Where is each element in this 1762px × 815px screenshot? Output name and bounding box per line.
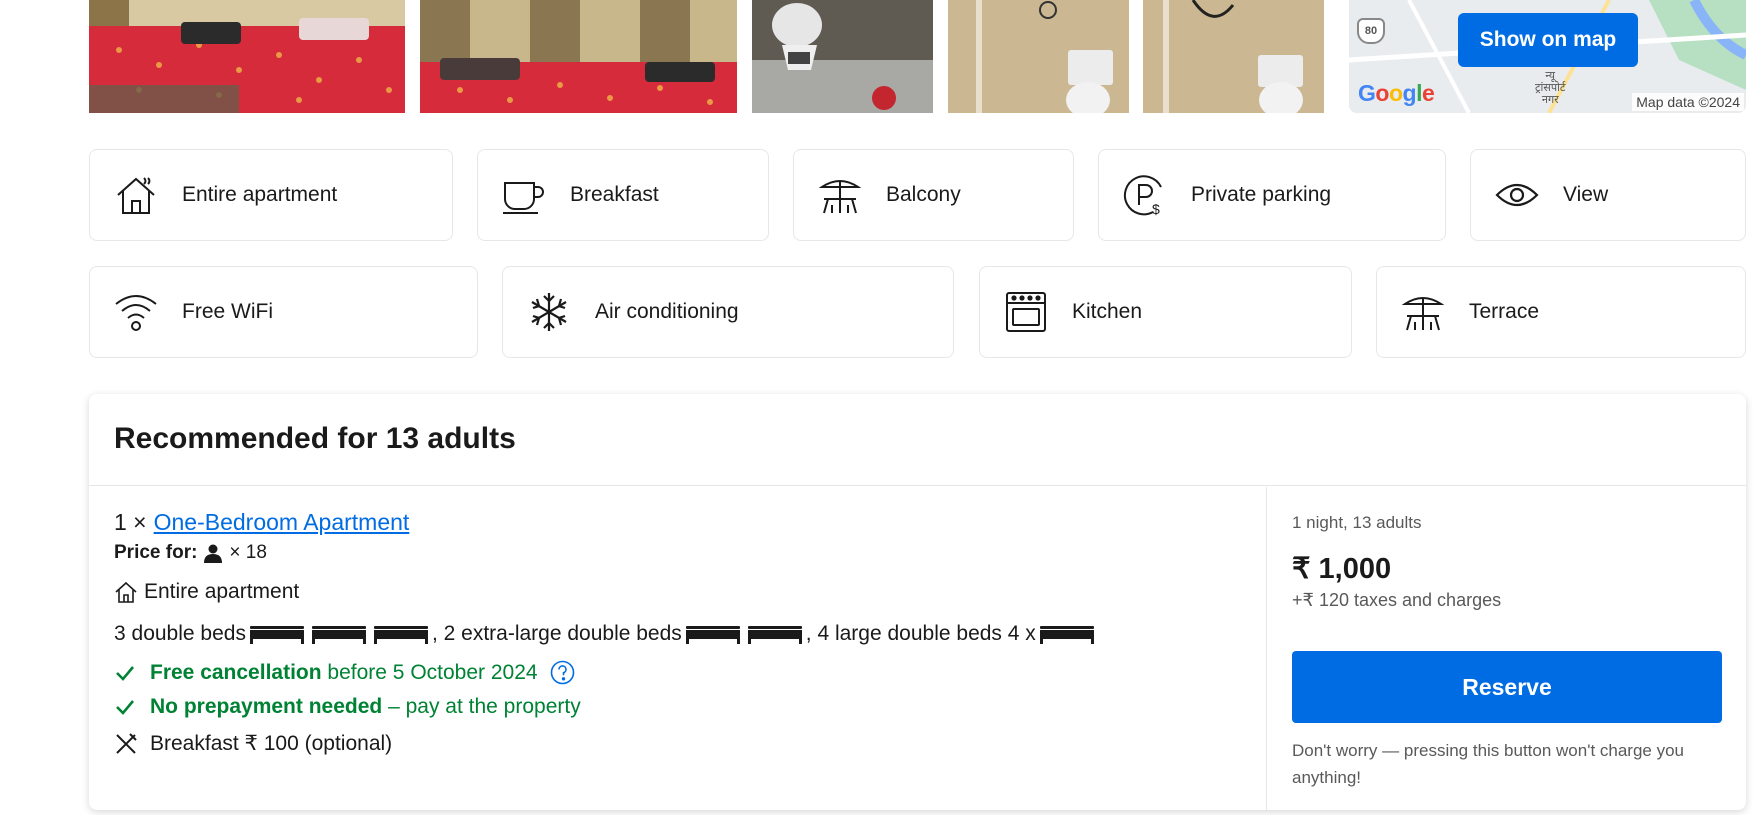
house-icon [114, 173, 158, 217]
facility-private-parking: $ Private parking [1098, 149, 1446, 241]
cup-icon [502, 173, 546, 217]
google-logo: Google [1358, 80, 1435, 106]
property-photo-3[interactable] [752, 0, 933, 113]
person-icon [203, 543, 223, 563]
nights-guests: 1 night, 13 adults [1292, 513, 1422, 532]
balcony-icon [818, 173, 862, 217]
beds-part2: , 2 extra-large double beds [431, 622, 682, 645]
total-price: ₹ 1,000 [1292, 553, 1392, 585]
facility-view: View [1470, 149, 1746, 241]
prepayment-rest: – pay at the property [388, 695, 581, 718]
room-count: 1 × [114, 509, 147, 535]
room-line: 1 × One-Bedroom Apartment [114, 509, 1266, 536]
free-cancellation: Free cancellation before 5 October 2024 [114, 660, 1266, 685]
facility-air-conditioning: Air conditioning [502, 266, 954, 358]
cutlery-icon [114, 732, 138, 756]
property-photo-4[interactable] [948, 0, 1129, 113]
breakfast-option: Breakfast ₹ 100 (optional) [114, 731, 1266, 756]
facility-entire-apartment: Entire apartment [89, 149, 453, 241]
reserve-note: Don't worry — pressing this button won't… [1292, 741, 1685, 787]
property-photo-5[interactable] [1143, 0, 1324, 113]
no-prepayment: No prepayment needed – pay at the proper… [114, 695, 1266, 719]
house-icon [114, 580, 138, 604]
recommended-header: Recommended for 13 adults [89, 394, 1746, 486]
price-for-label: Price for: [114, 542, 198, 563]
facility-breakfast: Breakfast [477, 149, 769, 241]
oven-icon [1004, 290, 1048, 334]
svg-text:$: $ [1152, 201, 1160, 217]
show-on-map-button[interactable]: Show on map [1458, 13, 1638, 67]
cancellation-rest: before 5 October 2024 [327, 660, 538, 684]
snowflake-icon [527, 290, 571, 334]
location-map[interactable]: 80 न्यू ट्रांसपोर्ट नगर Show on map Goog… [1349, 0, 1746, 113]
extra-large-bed-icon [747, 624, 803, 644]
parking-icon: $ [1123, 173, 1167, 217]
facility-terrace: Terrace [1376, 266, 1746, 358]
bed-configuration: 3 double beds , 2 extra-large double bed… [114, 622, 1266, 646]
reserve-button[interactable]: Reserve [1292, 651, 1722, 723]
check-icon [114, 662, 136, 684]
double-bed-icon [373, 624, 429, 644]
unit-type: Entire apartment [114, 580, 1266, 604]
property-photo-2[interactable] [420, 0, 737, 113]
price-for-count: × 18 [229, 542, 267, 563]
terrace-icon [1401, 290, 1445, 334]
double-bed-icon [311, 624, 367, 644]
highway-shield: 80 [1357, 18, 1385, 44]
check-icon [114, 696, 136, 718]
price-for: Price for: × 18 [114, 542, 1266, 564]
wifi-icon [114, 290, 158, 334]
extra-large-bed-icon [685, 624, 741, 644]
beds-part3: , 4 large double beds 4 x [805, 622, 1036, 645]
facility-kitchen: Kitchen [979, 266, 1352, 358]
facility-balcony: Balcony [793, 149, 1074, 241]
facility-free-wifi: Free WiFi [89, 266, 478, 358]
room-name-link[interactable]: One-Bedroom Apartment [154, 509, 410, 536]
double-bed-icon [249, 624, 305, 644]
help-icon[interactable] [550, 660, 575, 685]
cancellation-bold: Free cancellation [150, 660, 322, 684]
recommended-title: Recommended for 13 adults [114, 422, 516, 455]
beds-part1: 3 double beds [114, 622, 246, 645]
map-place-label: न्यू ट्रांसपोर्ट नगर [1535, 70, 1566, 106]
eye-icon [1495, 173, 1539, 217]
large-bed-icon [1039, 624, 1095, 644]
prepayment-bold: No prepayment needed [150, 695, 383, 718]
property-photo-1[interactable] [89, 0, 405, 113]
booking-panel: 1 night, 13 adults ₹ 1,000 +₹ 120 taxes … [1266, 487, 1746, 810]
room-details: 1 × One-Bedroom Apartment Price for: × 1… [89, 487, 1266, 810]
taxes-charges: +₹ 120 taxes and charges [1292, 590, 1502, 610]
recommended-card: Recommended for 13 adults 1 × One-Bedroo… [89, 394, 1746, 810]
map-credit: Map data ©2024 [1632, 93, 1744, 111]
